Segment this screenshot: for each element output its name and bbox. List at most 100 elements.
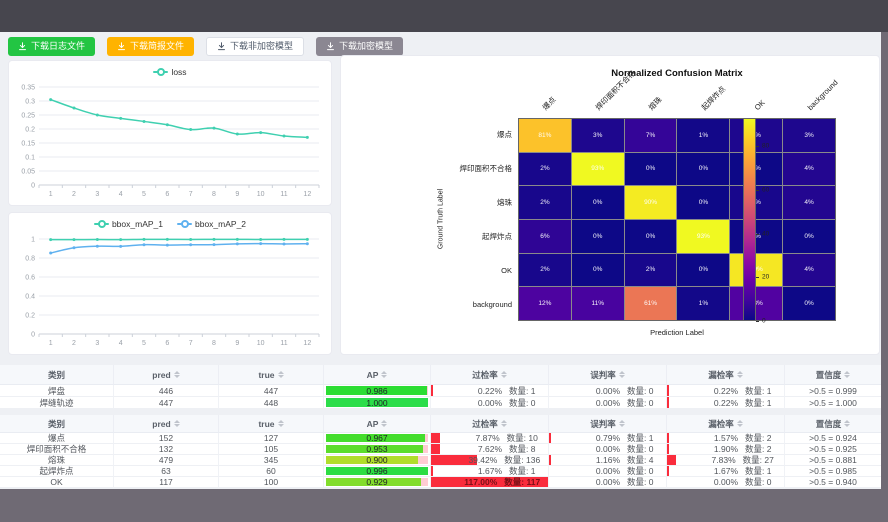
overkill-cell: 7.87%数量: 10 xyxy=(431,433,549,444)
download-icon xyxy=(117,42,126,51)
header-label: pred xyxy=(152,370,170,380)
class-name: OK xyxy=(50,477,62,487)
download-button-label: 下载加密模型 xyxy=(339,42,393,51)
header-pred[interactable]: pred xyxy=(114,415,219,433)
rate-value: 0.00% xyxy=(562,477,621,487)
cm-cell-4-5: 4% xyxy=(783,254,835,287)
svg-text:7: 7 xyxy=(189,191,193,198)
cm-cell-5-5: 0% xyxy=(783,287,835,320)
header-类别: 类别 xyxy=(0,415,114,433)
cm-cell-3-5: 0% xyxy=(783,220,835,253)
cm-cell-2-4: 2% xyxy=(730,186,782,219)
line-chart-canvas: 00.20.40.60.81123456789101112 xyxy=(9,213,331,354)
download-toolbar: 下载日志文件下载简报文件下载非加密模型 下载加密模型 xyxy=(8,37,403,56)
header-漏检率[interactable]: 漏检率 xyxy=(667,415,785,433)
cm-cell-1-2: 0% xyxy=(625,153,677,186)
svg-text:4: 4 xyxy=(119,340,123,347)
rate-value: 0.22% xyxy=(680,386,739,396)
cm-col-label: background xyxy=(806,79,839,112)
cm-col-label: OK xyxy=(753,99,766,112)
confusion-matrix-grid: 81%3%7%1%3%3%2%93%0%0%0%4%2%0%90%0%2%4%6… xyxy=(518,118,836,321)
rate-count: 数量: 2 xyxy=(745,433,771,444)
header-AP[interactable]: AP xyxy=(324,415,431,433)
cm-cell-5-4: 13% xyxy=(730,287,782,320)
cm-cell-0-3: 1% xyxy=(677,119,729,152)
header-AP[interactable]: AP xyxy=(324,365,431,385)
cm-cell-0-1: 3% xyxy=(572,119,624,152)
missed-cell: 0.22%数量: 1 xyxy=(667,397,785,409)
class-name-cell: OK xyxy=(0,477,114,488)
ap-value: 0.996 xyxy=(324,466,430,476)
rate-bar xyxy=(549,433,551,443)
svg-text:12: 12 xyxy=(303,191,311,198)
rate-count: 数量: 1 xyxy=(745,397,771,409)
cm-cell-4-3: 0% xyxy=(677,254,729,287)
header-true[interactable]: true xyxy=(219,415,324,433)
svg-text:5: 5 xyxy=(142,191,146,198)
class-name-cell: 起焊炸点 xyxy=(0,466,114,477)
table-row: OK1171000.929117.00%数量: 1170.00%数量: 00.0… xyxy=(0,477,881,488)
overkill-cell: 117.00%数量: 117 xyxy=(431,477,549,488)
rate-count: 数量: 136 xyxy=(504,455,540,466)
metrics-table-group-2: 类别predtrueAP过检率误判率漏检率置信度爆点1521270.9677.8… xyxy=(0,415,881,488)
cm-cell-1-4: 0% xyxy=(730,153,782,186)
header-误判率[interactable]: 误判率 xyxy=(549,365,667,385)
sort-carets-icon xyxy=(174,420,180,427)
sort-carets-icon xyxy=(844,371,850,378)
svg-text:0.25: 0.25 xyxy=(21,113,35,120)
header-误判率[interactable]: 误判率 xyxy=(549,415,667,433)
header-漏检率[interactable]: 漏检率 xyxy=(667,365,785,385)
cm-row-label: 熔珠 xyxy=(412,198,512,207)
confidence-value: >0.5 = 0.985 xyxy=(809,466,857,476)
download-button-0[interactable]: 下载日志文件 xyxy=(8,37,95,56)
cm-row-label: 爆点 xyxy=(412,130,512,139)
misjudge-cell: 0.00%数量: 0 xyxy=(549,385,667,397)
cm-cell-1-0: 2% xyxy=(519,153,571,186)
header-置信度[interactable]: 置信度 xyxy=(785,365,881,385)
header-过检率[interactable]: 过检率 xyxy=(431,415,549,433)
confusion-matrix-title: Normalized Confusion Matrix xyxy=(518,68,836,79)
svg-text:0.1: 0.1 xyxy=(25,155,35,162)
rate-count: 数量: 0 xyxy=(627,444,653,455)
cm-cell-2-5: 4% xyxy=(783,186,835,219)
ap-cell: 0.967 xyxy=(324,433,431,444)
confidence-value: >0.5 = 0.925 xyxy=(809,444,857,454)
true-value: 127 xyxy=(264,433,278,443)
download-button-1[interactable]: 下载简报文件 xyxy=(107,37,194,56)
pred-cell: 132 xyxy=(114,444,219,455)
pred-value: 117 xyxy=(159,477,173,487)
class-name-cell: 焊印面积不合格 xyxy=(0,444,114,455)
download-button-3[interactable]: 下载加密模型 xyxy=(316,37,403,56)
colorbar-tick-label: 0 xyxy=(762,318,766,325)
table-row: 焊盘4464470.9860.22%数量: 10.00%数量: 00.22%数量… xyxy=(0,385,881,397)
pred-cell: 479 xyxy=(114,455,219,466)
table-row: 爆点1521270.9677.87%数量: 100.79%数量: 11.57%数… xyxy=(0,433,881,444)
svg-text:0.4: 0.4 xyxy=(25,294,35,301)
sort-carets-icon xyxy=(174,371,180,378)
header-过检率[interactable]: 过检率 xyxy=(431,365,549,385)
dashboard-page: 下载日志文件下载简报文件下载非加密模型下载加密模型 loss 00.050.10… xyxy=(0,32,881,489)
rate-value: 0.79% xyxy=(562,433,621,443)
ap-value: 0.953 xyxy=(324,444,430,454)
svg-text:0.15: 0.15 xyxy=(21,141,35,148)
cm-cell-5-1: 11% xyxy=(572,287,624,320)
colorbar-tick-label: 80 xyxy=(762,143,769,150)
svg-text:6: 6 xyxy=(165,191,169,198)
download-button-2[interactable]: 下载非加密模型 xyxy=(206,37,304,56)
rate-value: 1.67% xyxy=(444,466,503,476)
header-true[interactable]: true xyxy=(219,365,324,385)
rate-bar xyxy=(431,433,440,443)
header-label: 类别 xyxy=(48,369,65,381)
header-置信度[interactable]: 置信度 xyxy=(785,415,881,433)
header-pred[interactable]: pred xyxy=(114,365,219,385)
svg-text:10: 10 xyxy=(257,340,265,347)
missed-cell: 7.83%数量: 27 xyxy=(667,455,785,466)
rate-count: 数量: 1 xyxy=(509,466,535,477)
cm-col-label: 起焊炸点 xyxy=(700,85,727,112)
overkill-cell: 7.62%数量: 8 xyxy=(431,444,549,455)
sort-carets-icon xyxy=(381,371,387,378)
true-value: 60 xyxy=(266,466,275,476)
confidence-value: >0.5 = 0.924 xyxy=(809,433,857,443)
confusion-matrix-card: Normalized Confusion Matrix Ground Truth… xyxy=(340,55,880,355)
table-header-row: 类别 pred trueAP过检率误判率漏检率置信度 xyxy=(0,365,881,385)
